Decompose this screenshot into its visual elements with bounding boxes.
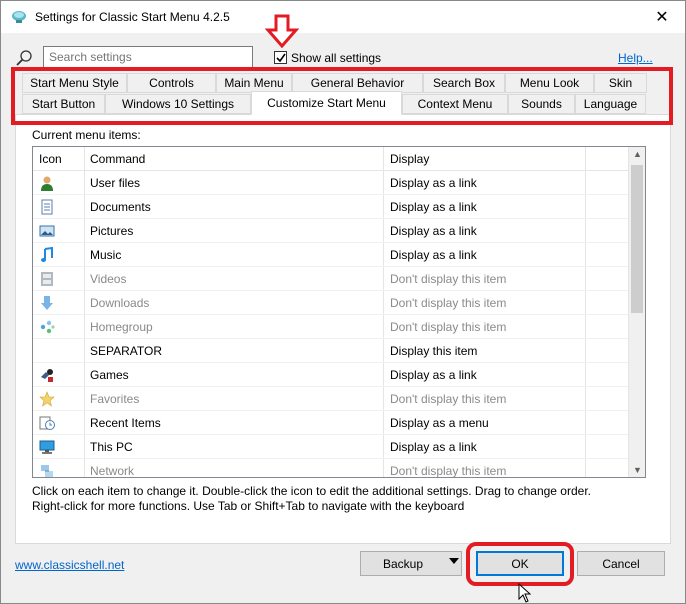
row-command: Videos	[90, 272, 127, 286]
show-all-label[interactable]: Show all settings	[291, 51, 381, 65]
scroll-up-icon[interactable]: ▲	[633, 149, 642, 159]
row-display: Don't display this item	[390, 320, 507, 334]
annotation-arrow-icon	[264, 14, 300, 49]
tab-customize-start-menu[interactable]: Customize Start Menu	[251, 91, 402, 115]
settings-window: Settings for Classic Start Menu 4.2.5 ✕ …	[0, 0, 686, 604]
row-display: Display as a link	[390, 224, 477, 238]
column-header-icon[interactable]: Icon	[39, 152, 62, 166]
row-command: Music	[90, 248, 122, 262]
row-command: Favorites	[90, 392, 140, 406]
row-display: Don't display this item	[390, 272, 507, 286]
backup-dropdown-icon[interactable]	[449, 558, 459, 564]
hint-line-2: Right-click for more functions. Use Tab …	[32, 499, 465, 513]
row-command: Downloads	[90, 296, 150, 310]
row-command: Recent Items	[90, 416, 161, 430]
list-row-this-pc[interactable]: This PC Display as a link	[33, 435, 629, 459]
show-all-checkbox[interactable]	[274, 51, 287, 64]
row-display: Display as a link	[390, 368, 477, 382]
row-display: Display as a link	[390, 440, 477, 454]
list-caption: Current menu items:	[32, 128, 141, 142]
search-input[interactable]	[43, 46, 253, 68]
recent-items-icon[interactable]	[39, 415, 55, 431]
user-files-icon[interactable]	[39, 175, 55, 191]
row-command: Documents	[90, 200, 151, 214]
backup-label: Backup	[382, 556, 424, 571]
help-hint: Click on each item to change it. Double-…	[32, 484, 652, 514]
column-header-display[interactable]: Display	[390, 152, 429, 166]
search-icon	[15, 49, 33, 67]
list-row-network[interactable]: Network Don't display this item	[33, 459, 629, 478]
downloads-icon[interactable]	[39, 295, 55, 311]
row-display: Display as a link	[390, 248, 477, 262]
scroll-down-icon[interactable]: ▼	[633, 465, 642, 475]
row-display: Don't display this item	[390, 296, 507, 310]
backup-button[interactable]: Backup	[360, 551, 462, 576]
list-row-pictures[interactable]: Pictures Display as a link	[33, 219, 629, 243]
list-row-favorites[interactable]: Favorites Don't display this item	[33, 387, 629, 411]
column-header-command[interactable]: Command	[90, 152, 145, 166]
mouse-cursor-icon	[518, 582, 532, 603]
menu-items-list[interactable]: Icon Command Display User files Display a…	[32, 146, 646, 478]
row-display: Don't display this item	[390, 392, 507, 406]
row-command: Games	[90, 368, 129, 382]
classic-shell-icon	[11, 10, 27, 24]
list-row-downloads[interactable]: Downloads Don't display this item	[33, 291, 629, 315]
list-row-homegroup[interactable]: Homegroup Don't display this item	[33, 315, 629, 339]
cancel-button[interactable]: Cancel	[577, 551, 665, 576]
videos-icon[interactable]	[39, 271, 55, 287]
row-command: Pictures	[90, 224, 134, 238]
row-display: Display this item	[390, 344, 478, 358]
list-row-recent-items[interactable]: Recent Items Display as a menu	[33, 411, 629, 435]
pictures-icon[interactable]	[39, 223, 55, 239]
list-row-music[interactable]: Music Display as a link	[33, 243, 629, 267]
title-bar: Settings for Classic Start Menu 4.2.5 ✕	[1, 1, 685, 33]
cancel-label: Cancel	[602, 556, 640, 571]
list-row-games[interactable]: Games Display as a link	[33, 363, 629, 387]
list-row-documents[interactable]: Documents Display as a link	[33, 195, 629, 219]
games-icon[interactable]	[39, 367, 55, 383]
hint-line-1: Click on each item to change it. Double-…	[32, 484, 591, 498]
documents-icon[interactable]	[39, 199, 55, 215]
list-header: Icon Command Display	[33, 147, 629, 171]
row-command: User files	[90, 176, 141, 190]
homegroup-icon[interactable]	[39, 319, 55, 335]
row-display: Display as a link	[390, 200, 477, 214]
row-display: Display as a menu	[390, 416, 489, 430]
scroll-thumb[interactable]	[631, 165, 643, 313]
row-command: Homegroup	[90, 320, 153, 334]
website-link[interactable]: www.classicshell.net	[15, 558, 124, 572]
network-icon[interactable]	[39, 463, 55, 477]
list-row-videos[interactable]: Videos Don't display this item	[33, 267, 629, 291]
vertical-scrollbar[interactable]: ▲ ▼	[628, 147, 645, 477]
help-link[interactable]: Help...	[618, 51, 653, 65]
list-row-user-files[interactable]: User files Display as a link	[33, 171, 629, 195]
favorites-icon[interactable]	[39, 391, 55, 407]
window-title: Settings for Classic Start Menu 4.2.5	[35, 10, 230, 24]
row-display: Display as a link	[390, 176, 477, 190]
row-display: Don't display this item	[390, 464, 507, 478]
row-command: Network	[90, 464, 135, 478]
separator-blank[interactable]	[39, 343, 55, 359]
list-row-separator[interactable]: SEPARATOR Display this item	[33, 339, 629, 363]
close-button[interactable]: ✕	[639, 1, 685, 33]
annotation-ok-highlight	[466, 542, 574, 586]
row-command: SEPARATOR	[90, 344, 163, 358]
music-icon[interactable]	[39, 246, 55, 263]
this-pc-icon[interactable]	[39, 439, 55, 455]
row-command: This PC	[90, 440, 133, 454]
